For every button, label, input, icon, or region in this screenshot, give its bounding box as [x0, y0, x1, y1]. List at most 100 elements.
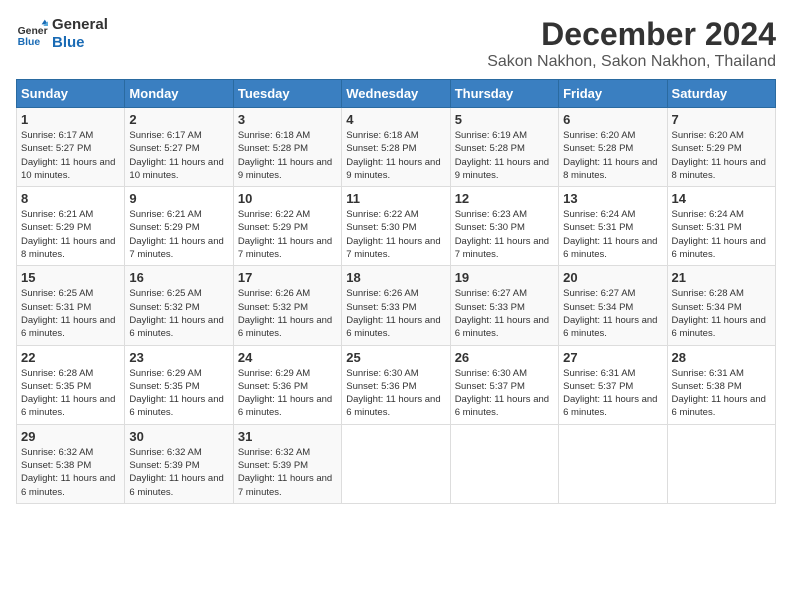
day-number: 15: [21, 270, 120, 285]
day-number: 5: [455, 112, 554, 127]
day-number: 26: [455, 350, 554, 365]
title-block: December 2024 Sakon Nakhon, Sakon Nakhon…: [487, 16, 776, 71]
day-info: Sunrise: 6:32 AMSunset: 5:39 PMDaylight:…: [238, 446, 337, 499]
header-row: SundayMondayTuesdayWednesdayThursdayFrid…: [17, 80, 776, 108]
col-header-wednesday: Wednesday: [342, 80, 450, 108]
day-info: Sunrise: 6:30 AMSunset: 5:36 PMDaylight:…: [346, 367, 445, 420]
day-number: 10: [238, 191, 337, 206]
day-number: 29: [21, 429, 120, 444]
day-cell: 19 Sunrise: 6:27 AMSunset: 5:33 PMDaylig…: [450, 266, 558, 345]
day-info: Sunrise: 6:30 AMSunset: 5:37 PMDaylight:…: [455, 367, 554, 420]
day-info: Sunrise: 6:23 AMSunset: 5:30 PMDaylight:…: [455, 208, 554, 261]
day-number: 1: [21, 112, 120, 127]
col-header-sunday: Sunday: [17, 80, 125, 108]
day-cell: [342, 424, 450, 503]
day-number: 22: [21, 350, 120, 365]
day-info: Sunrise: 6:32 AMSunset: 5:39 PMDaylight:…: [129, 446, 228, 499]
day-cell: [667, 424, 775, 503]
day-cell: 6 Sunrise: 6:20 AMSunset: 5:28 PMDayligh…: [559, 108, 667, 187]
day-cell: 14 Sunrise: 6:24 AMSunset: 5:31 PMDaylig…: [667, 187, 775, 266]
logo-general: General: [52, 16, 108, 34]
day-cell: 28 Sunrise: 6:31 AMSunset: 5:38 PMDaylig…: [667, 345, 775, 424]
day-info: Sunrise: 6:21 AMSunset: 5:29 PMDaylight:…: [129, 208, 228, 261]
day-cell: 29 Sunrise: 6:32 AMSunset: 5:38 PMDaylig…: [17, 424, 125, 503]
logo: General Blue General Blue: [16, 16, 108, 52]
day-number: 4: [346, 112, 445, 127]
day-number: 2: [129, 112, 228, 127]
day-cell: 26 Sunrise: 6:30 AMSunset: 5:37 PMDaylig…: [450, 345, 558, 424]
week-row-1: 1 Sunrise: 6:17 AMSunset: 5:27 PMDayligh…: [17, 108, 776, 187]
subtitle: Sakon Nakhon, Sakon Nakhon, Thailand: [487, 53, 776, 71]
day-cell: 11 Sunrise: 6:22 AMSunset: 5:30 PMDaylig…: [342, 187, 450, 266]
day-info: Sunrise: 6:26 AMSunset: 5:33 PMDaylight:…: [346, 287, 445, 340]
day-number: 7: [672, 112, 771, 127]
day-cell: 23 Sunrise: 6:29 AMSunset: 5:35 PMDaylig…: [125, 345, 233, 424]
week-row-3: 15 Sunrise: 6:25 AMSunset: 5:31 PMDaylig…: [17, 266, 776, 345]
day-info: Sunrise: 6:32 AMSunset: 5:38 PMDaylight:…: [21, 446, 120, 499]
day-info: Sunrise: 6:17 AMSunset: 5:27 PMDaylight:…: [21, 129, 120, 182]
day-info: Sunrise: 6:20 AMSunset: 5:29 PMDaylight:…: [672, 129, 771, 182]
day-number: 9: [129, 191, 228, 206]
day-number: 27: [563, 350, 662, 365]
col-header-monday: Monday: [125, 80, 233, 108]
day-info: Sunrise: 6:28 AMSunset: 5:34 PMDaylight:…: [672, 287, 771, 340]
day-cell: 18 Sunrise: 6:26 AMSunset: 5:33 PMDaylig…: [342, 266, 450, 345]
logo-icon: General Blue: [16, 18, 48, 50]
day-number: 11: [346, 191, 445, 206]
day-info: Sunrise: 6:29 AMSunset: 5:35 PMDaylight:…: [129, 367, 228, 420]
day-cell: 1 Sunrise: 6:17 AMSunset: 5:27 PMDayligh…: [17, 108, 125, 187]
day-number: 16: [129, 270, 228, 285]
day-cell: 3 Sunrise: 6:18 AMSunset: 5:28 PMDayligh…: [233, 108, 341, 187]
day-cell: 8 Sunrise: 6:21 AMSunset: 5:29 PMDayligh…: [17, 187, 125, 266]
day-number: 30: [129, 429, 228, 444]
page-header: General Blue General Blue December 2024 …: [16, 16, 776, 71]
day-cell: 15 Sunrise: 6:25 AMSunset: 5:31 PMDaylig…: [17, 266, 125, 345]
day-number: 13: [563, 191, 662, 206]
day-cell: 12 Sunrise: 6:23 AMSunset: 5:30 PMDaylig…: [450, 187, 558, 266]
day-number: 25: [346, 350, 445, 365]
day-info: Sunrise: 6:25 AMSunset: 5:31 PMDaylight:…: [21, 287, 120, 340]
day-number: 12: [455, 191, 554, 206]
main-title: December 2024: [487, 16, 776, 53]
day-number: 24: [238, 350, 337, 365]
day-cell: 4 Sunrise: 6:18 AMSunset: 5:28 PMDayligh…: [342, 108, 450, 187]
day-number: 21: [672, 270, 771, 285]
col-header-saturday: Saturday: [667, 80, 775, 108]
week-row-2: 8 Sunrise: 6:21 AMSunset: 5:29 PMDayligh…: [17, 187, 776, 266]
week-row-5: 29 Sunrise: 6:32 AMSunset: 5:38 PMDaylig…: [17, 424, 776, 503]
day-number: 17: [238, 270, 337, 285]
day-cell: 9 Sunrise: 6:21 AMSunset: 5:29 PMDayligh…: [125, 187, 233, 266]
day-info: Sunrise: 6:20 AMSunset: 5:28 PMDaylight:…: [563, 129, 662, 182]
day-info: Sunrise: 6:21 AMSunset: 5:29 PMDaylight:…: [21, 208, 120, 261]
day-cell: 24 Sunrise: 6:29 AMSunset: 5:36 PMDaylig…: [233, 345, 341, 424]
day-info: Sunrise: 6:31 AMSunset: 5:37 PMDaylight:…: [563, 367, 662, 420]
day-info: Sunrise: 6:28 AMSunset: 5:35 PMDaylight:…: [21, 367, 120, 420]
day-cell: 30 Sunrise: 6:32 AMSunset: 5:39 PMDaylig…: [125, 424, 233, 503]
day-number: 6: [563, 112, 662, 127]
col-header-thursday: Thursday: [450, 80, 558, 108]
day-cell: [559, 424, 667, 503]
day-info: Sunrise: 6:18 AMSunset: 5:28 PMDaylight:…: [346, 129, 445, 182]
day-cell: 16 Sunrise: 6:25 AMSunset: 5:32 PMDaylig…: [125, 266, 233, 345]
day-info: Sunrise: 6:22 AMSunset: 5:29 PMDaylight:…: [238, 208, 337, 261]
svg-text:Blue: Blue: [18, 37, 41, 48]
day-info: Sunrise: 6:18 AMSunset: 5:28 PMDaylight:…: [238, 129, 337, 182]
day-number: 20: [563, 270, 662, 285]
day-cell: 31 Sunrise: 6:32 AMSunset: 5:39 PMDaylig…: [233, 424, 341, 503]
svg-text:General: General: [18, 26, 48, 37]
day-info: Sunrise: 6:26 AMSunset: 5:32 PMDaylight:…: [238, 287, 337, 340]
day-info: Sunrise: 6:24 AMSunset: 5:31 PMDaylight:…: [672, 208, 771, 261]
day-number: 14: [672, 191, 771, 206]
day-number: 19: [455, 270, 554, 285]
day-info: Sunrise: 6:29 AMSunset: 5:36 PMDaylight:…: [238, 367, 337, 420]
col-header-tuesday: Tuesday: [233, 80, 341, 108]
day-info: Sunrise: 6:27 AMSunset: 5:34 PMDaylight:…: [563, 287, 662, 340]
day-number: 18: [346, 270, 445, 285]
day-number: 23: [129, 350, 228, 365]
day-cell: 13 Sunrise: 6:24 AMSunset: 5:31 PMDaylig…: [559, 187, 667, 266]
day-number: 28: [672, 350, 771, 365]
day-cell: 25 Sunrise: 6:30 AMSunset: 5:36 PMDaylig…: [342, 345, 450, 424]
day-info: Sunrise: 6:19 AMSunset: 5:28 PMDaylight:…: [455, 129, 554, 182]
day-cell: 27 Sunrise: 6:31 AMSunset: 5:37 PMDaylig…: [559, 345, 667, 424]
day-info: Sunrise: 6:25 AMSunset: 5:32 PMDaylight:…: [129, 287, 228, 340]
